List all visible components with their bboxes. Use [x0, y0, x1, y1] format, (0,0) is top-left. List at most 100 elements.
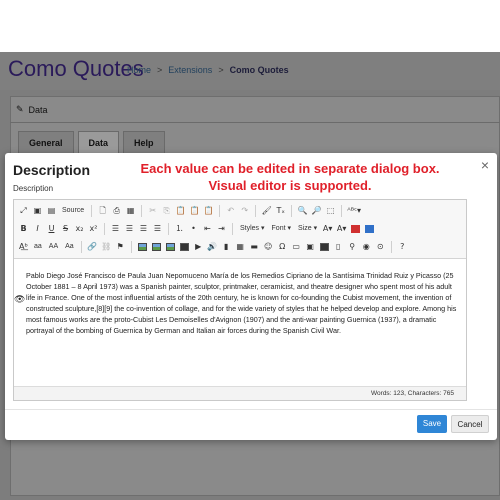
- language-blue-icon[interactable]: [363, 222, 376, 236]
- image-icon[interactable]: [136, 240, 149, 254]
- smiley-icon[interactable]: ☺: [262, 240, 275, 254]
- find-icon[interactable]: 🔍: [296, 204, 309, 218]
- tab-data[interactable]: Data: [77, 131, 120, 153]
- media-icon[interactable]: ▮: [220, 240, 233, 254]
- align-left-icon[interactable]: ☰: [109, 222, 122, 236]
- undo-icon[interactable]: ↶: [224, 204, 237, 218]
- toolbar-separator: [232, 223, 233, 235]
- help-icon[interactable]: ?: [396, 240, 409, 254]
- spell-ab-icon[interactable]: A͟ᵇ: [17, 240, 30, 254]
- breadcrumb-home[interactable]: Home: [127, 65, 151, 75]
- templates-icon[interactable]: ▦: [124, 204, 137, 218]
- promo-line-1: Each value can be edited in separate dia…: [140, 161, 440, 176]
- maximize-icon[interactable]: ⤢: [17, 204, 30, 218]
- paste-text-icon[interactable]: 📋: [188, 204, 201, 218]
- footer-divider: [5, 409, 497, 410]
- editor-content[interactable]: Pablo Diego José Francisco de Paula Juan…: [26, 270, 462, 336]
- image-thumb-icon: [151, 242, 161, 251]
- redo-icon[interactable]: ↷: [238, 204, 251, 218]
- align-justify-icon[interactable]: ☰: [151, 222, 164, 236]
- toolbar-separator: [80, 241, 82, 253]
- top-band: [0, 0, 500, 52]
- subscript-button[interactable]: x₂: [73, 222, 86, 236]
- embed-icon[interactable]: ▯: [332, 240, 345, 254]
- align-right-icon[interactable]: ☰: [137, 222, 150, 236]
- superscript-button[interactable]: x²: [87, 222, 100, 236]
- copy-format-icon[interactable]: 🖌: [260, 204, 273, 218]
- replace-icon[interactable]: 🔎: [310, 204, 323, 218]
- source-icon[interactable]: ▤: [45, 204, 58, 218]
- size-label: Size: [298, 225, 312, 232]
- special-char-icon[interactable]: Ω: [276, 240, 289, 254]
- preview-icon[interactable]: 🗋: [96, 204, 109, 218]
- underline-button[interactable]: U: [45, 222, 58, 236]
- copy-icon[interactable]: ⎘: [160, 204, 173, 218]
- iframe-icon[interactable]: ▣: [304, 240, 317, 254]
- youtube-icon[interactable]: [318, 240, 331, 254]
- tab-general[interactable]: General: [18, 131, 74, 153]
- italic-button[interactable]: I: [31, 222, 44, 236]
- spellcheck-icon[interactable]: ᴬᴮᶜ▾: [346, 204, 362, 218]
- strikethrough-button[interactable]: S: [59, 222, 72, 236]
- lowercase-button[interactable]: aa: [31, 240, 45, 254]
- titlecase-button[interactable]: Aa: [62, 240, 77, 254]
- toolbar-separator: [168, 223, 169, 235]
- tab-help[interactable]: Help: [123, 131, 165, 153]
- cancel-button[interactable]: Cancel: [451, 415, 489, 433]
- audio-icon[interactable]: 🔊: [206, 240, 219, 254]
- save-button[interactable]: Save: [417, 415, 447, 433]
- red-square-icon: [351, 224, 361, 233]
- play-icon[interactable]: ⊙: [374, 240, 387, 254]
- remove-format-icon[interactable]: Tₓ: [274, 204, 287, 218]
- toolbar-separator: [291, 205, 293, 217]
- record-icon[interactable]: ◉: [360, 240, 373, 254]
- background-color-icon[interactable]: A▾: [335, 222, 348, 236]
- indent-icon[interactable]: ⇥: [215, 222, 228, 236]
- unlink-icon[interactable]: ⛓: [100, 240, 113, 254]
- numbered-list-icon[interactable]: ⒈: [173, 222, 186, 236]
- show-blocks-icon[interactable]: ▣: [31, 204, 44, 218]
- paste-word-icon[interactable]: 📋: [202, 204, 215, 218]
- dialog-title: Description: [13, 162, 91, 178]
- size-dropdown[interactable]: Size ▾: [295, 222, 320, 236]
- select-all-icon[interactable]: ⬚: [324, 204, 337, 218]
- toolbar-separator: [255, 205, 257, 217]
- outdent-icon[interactable]: ⇤: [201, 222, 214, 236]
- styles-dropdown[interactable]: Styles ▾: [237, 222, 268, 236]
- bold-button[interactable]: B: [17, 222, 30, 236]
- font-label: Font: [271, 225, 286, 232]
- breadcrumb: Home > Extensions > Como Quotes: [127, 65, 289, 75]
- toolbar-separator: [390, 241, 392, 253]
- breadcrumb-extensions[interactable]: Extensions: [168, 65, 212, 75]
- toolbar-separator: [141, 205, 143, 217]
- horizontal-rule-icon[interactable]: ▬: [248, 240, 261, 254]
- video-icon[interactable]: ▶: [192, 240, 205, 254]
- image3-icon[interactable]: [164, 240, 177, 254]
- image-thumb-icon: [165, 242, 175, 251]
- anchor-flag-icon[interactable]: ⚑: [114, 240, 127, 254]
- pencil-icon: ✎: [16, 104, 24, 114]
- print-icon[interactable]: ⎙: [110, 204, 123, 218]
- align-center-icon[interactable]: ☰: [123, 222, 136, 236]
- close-icon[interactable]: ×: [481, 157, 489, 173]
- source-button[interactable]: Source: [59, 204, 87, 218]
- toolbar-row-3: A͟ᵇ aa AA Aa 🔗 ⛓ ⚑ ▶ 🔊 ▮ ▦ ▬ ☺ Ω ▭ ▣ ▯ ⚲…: [17, 238, 463, 256]
- flash-icon[interactable]: [178, 240, 191, 254]
- text-color-icon[interactable]: A▾: [321, 222, 334, 236]
- uppercase-button[interactable]: AA: [46, 240, 61, 254]
- cut-icon[interactable]: ✂: [146, 204, 159, 218]
- map-pin-icon[interactable]: ⚲: [346, 240, 359, 254]
- promo-annotation: Each value can be edited in separate dia…: [100, 160, 480, 194]
- language-red-icon[interactable]: [349, 222, 362, 236]
- toolbar-separator: [104, 223, 105, 235]
- editor-toolbar: ⤢ ▣ ▤ Source 🗋 ⎙ ▦ ✂ ⎘ 📋 📋 📋 ↶ ↷ 🖌 Tₓ 🔍 …: [14, 200, 466, 259]
- image2-icon[interactable]: [150, 240, 163, 254]
- link-icon[interactable]: 🔗: [86, 240, 99, 254]
- paste-icon[interactable]: 📋: [174, 204, 187, 218]
- page-break-icon[interactable]: ▭: [290, 240, 303, 254]
- description-dialog: Description × Each value can be edited i…: [5, 153, 497, 440]
- font-dropdown[interactable]: Font ▾: [269, 222, 294, 236]
- table-icon[interactable]: ▦: [234, 240, 247, 254]
- eye-icon[interactable]: 👁: [14, 294, 25, 305]
- bulleted-list-icon[interactable]: •: [187, 222, 200, 236]
